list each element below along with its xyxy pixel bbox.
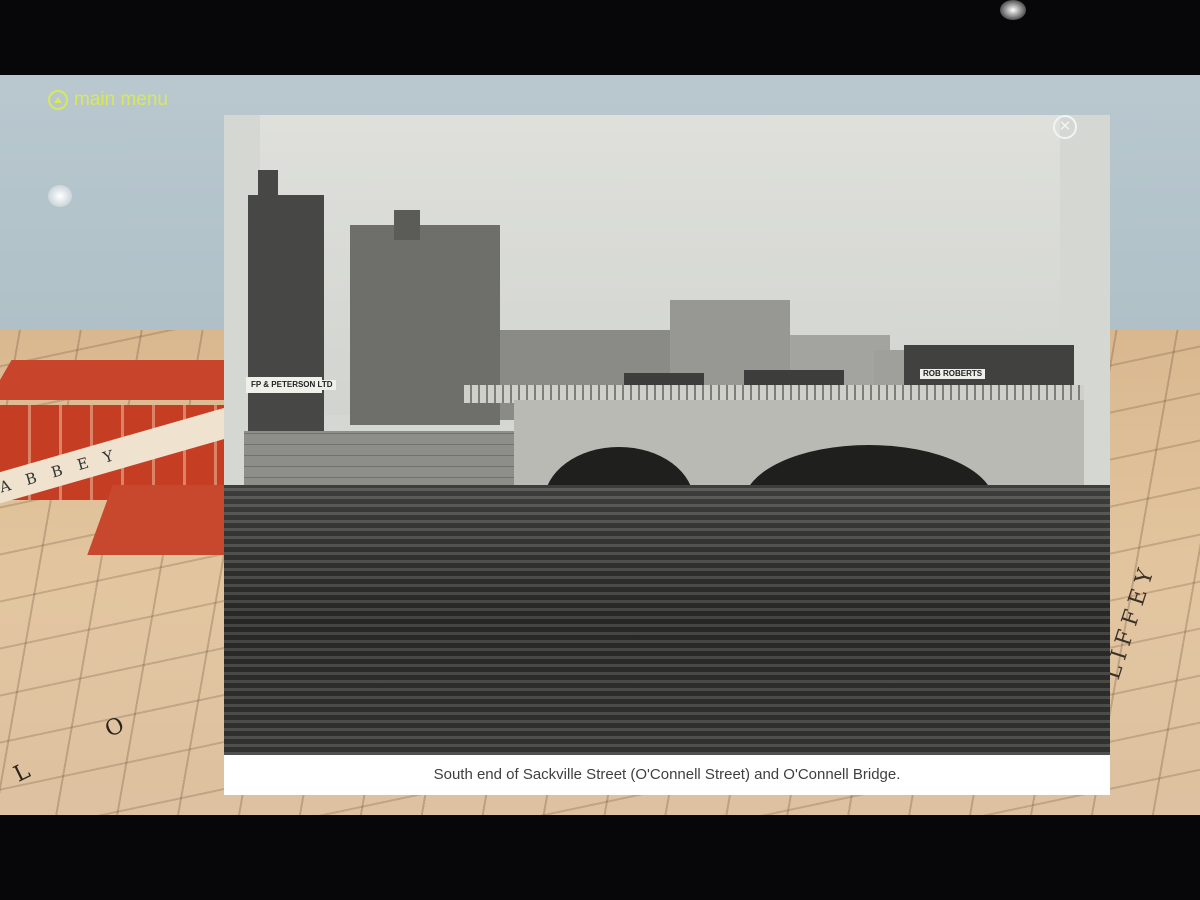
photo-river — [224, 485, 1110, 755]
photo-lightbox: FP & PETERSON LTD ROB ROBERTS South end … — [224, 115, 1110, 795]
close-icon: ✕ — [1058, 118, 1072, 135]
photo-building — [394, 210, 420, 240]
tram-sign: ROB ROBERTS — [920, 369, 986, 379]
main-menu-button[interactable]: main menu — [48, 87, 168, 113]
up-arrow-circle-icon — [48, 90, 68, 110]
map-block — [0, 360, 262, 400]
screen-glare — [48, 185, 72, 207]
close-button[interactable]: ✕ — [1053, 115, 1077, 139]
photo-building — [248, 195, 324, 435]
ceiling-light-reflection — [1000, 0, 1026, 20]
app-screen: ABBEY L O LIFFEY main menu FP & PETERSON… — [0, 75, 1200, 815]
historic-photo: FP & PETERSON LTD ROB ROBERTS — [224, 115, 1110, 755]
shop-sign: FP & PETERSON LTD — [248, 380, 336, 390]
photo-caption: South end of Sackville Street (O'Connell… — [224, 755, 1110, 795]
main-menu-label: main menu — [74, 89, 168, 110]
photo-building — [258, 170, 278, 200]
